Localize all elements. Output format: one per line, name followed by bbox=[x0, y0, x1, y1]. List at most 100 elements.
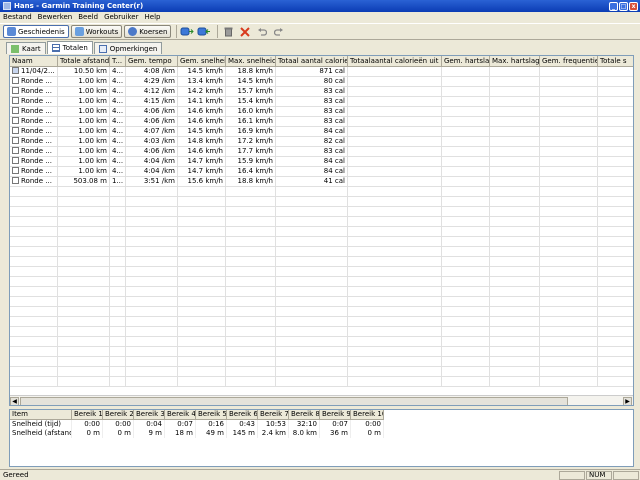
column-header[interactable]: Naam bbox=[10, 56, 58, 67]
table-cell[interactable]: 83 cal bbox=[276, 117, 348, 127]
table-cell[interactable]: 15.6 km/h bbox=[178, 177, 226, 187]
table-cell[interactable] bbox=[540, 127, 598, 137]
table-cell[interactable] bbox=[490, 177, 540, 187]
table-cell[interactable]: 14.6 km/h bbox=[178, 147, 226, 157]
workouts-button[interactable]: Workouts bbox=[70, 25, 123, 38]
tab-notes[interactable]: Opmerkingen bbox=[93, 42, 163, 54]
table-cell[interactable]: 1.00 km bbox=[58, 87, 110, 97]
table-cell[interactable] bbox=[348, 137, 442, 147]
table-cell[interactable] bbox=[490, 157, 540, 167]
table-cell[interactable] bbox=[348, 167, 442, 177]
table-cell[interactable]: 4:12 /km bbox=[126, 87, 178, 97]
table-cell[interactable] bbox=[348, 127, 442, 137]
table-cell[interactable]: 4:04 /km bbox=[126, 157, 178, 167]
table-cell[interactable] bbox=[490, 87, 540, 97]
table-cell[interactable]: 1.00 km bbox=[58, 137, 110, 147]
table-cell[interactable]: 4... bbox=[110, 137, 126, 147]
table-cell[interactable] bbox=[490, 97, 540, 107]
table-cell[interactable]: 1.00 km bbox=[58, 107, 110, 117]
table-cell[interactable]: Ronde ... bbox=[10, 157, 58, 167]
table-cell[interactable]: Ronde ... bbox=[10, 97, 58, 107]
undo-icon[interactable] bbox=[255, 25, 269, 38]
table-cell[interactable] bbox=[598, 177, 633, 187]
table-cell[interactable]: 83 cal bbox=[276, 107, 348, 117]
table-cell[interactable] bbox=[442, 97, 490, 107]
table-cell[interactable]: 14.2 km/h bbox=[178, 87, 226, 97]
table-cell[interactable]: 4:06 /km bbox=[126, 117, 178, 127]
table-cell[interactable]: 4:03 /km bbox=[126, 137, 178, 147]
zones-column-header[interactable]: Bereik 1 bbox=[72, 410, 103, 420]
table-cell[interactable]: 83 cal bbox=[276, 87, 348, 97]
column-header[interactable]: Max. hartslag bbox=[490, 56, 540, 67]
table-cell[interactable] bbox=[348, 177, 442, 187]
column-header[interactable]: T... bbox=[110, 56, 126, 67]
table-cell[interactable]: 11/04/2... bbox=[10, 67, 58, 77]
table-cell[interactable] bbox=[490, 127, 540, 137]
table-cell[interactable]: 1.00 km bbox=[58, 157, 110, 167]
receive-device-icon[interactable] bbox=[180, 25, 195, 38]
minimize-button[interactable]: _ bbox=[609, 1, 618, 11]
table-cell[interactable] bbox=[442, 107, 490, 117]
table-cell[interactable]: 18.8 km/h bbox=[226, 177, 276, 187]
table-cell[interactable]: 84 cal bbox=[276, 167, 348, 177]
table-cell[interactable]: 1.00 km bbox=[58, 97, 110, 107]
table-cell[interactable] bbox=[540, 107, 598, 117]
table-cell[interactable] bbox=[598, 137, 633, 147]
table-cell[interactable] bbox=[442, 127, 490, 137]
table-cell[interactable]: 4... bbox=[110, 87, 126, 97]
table-cell[interactable] bbox=[490, 107, 540, 117]
horizontal-scrollbar[interactable]: ◀ ▶ bbox=[10, 395, 633, 405]
table-cell[interactable]: Ronde ... bbox=[10, 87, 58, 97]
table-cell[interactable]: 4:07 /km bbox=[126, 127, 178, 137]
table-cell[interactable] bbox=[348, 97, 442, 107]
column-header[interactable]: Gem. frequentie bbox=[540, 56, 598, 67]
table-cell[interactable] bbox=[348, 117, 442, 127]
redo-icon[interactable] bbox=[272, 25, 286, 38]
table-cell[interactable]: 871 cal bbox=[276, 67, 348, 77]
table-cell[interactable]: 15.4 km/h bbox=[226, 97, 276, 107]
zones-column-header[interactable]: Bereik 9 bbox=[320, 410, 351, 420]
column-header[interactable]: Totaalaantal calorieën uit vetten bbox=[348, 56, 442, 67]
table-cell[interactable]: Ronde ... bbox=[10, 147, 58, 157]
table-cell[interactable]: 15.9 km/h bbox=[226, 157, 276, 167]
table-cell[interactable]: Ronde ... bbox=[10, 167, 58, 177]
table-cell[interactable] bbox=[598, 67, 633, 77]
table-cell[interactable] bbox=[540, 157, 598, 167]
table-cell[interactable]: Ronde ... bbox=[10, 77, 58, 87]
table-cell[interactable] bbox=[348, 87, 442, 97]
table-cell[interactable] bbox=[540, 97, 598, 107]
table-cell[interactable]: 17.7 km/h bbox=[226, 147, 276, 157]
table-cell[interactable]: 4... bbox=[110, 77, 126, 87]
menu-gebruiker[interactable]: Gebruiker bbox=[104, 13, 138, 21]
history-button[interactable]: Geschiedenis bbox=[3, 25, 69, 38]
table-cell[interactable] bbox=[348, 157, 442, 167]
table-cell[interactable]: 4:06 /km bbox=[126, 107, 178, 117]
table-cell[interactable] bbox=[442, 177, 490, 187]
table-cell[interactable] bbox=[442, 157, 490, 167]
table-cell[interactable]: 4:06 /km bbox=[126, 147, 178, 157]
table-cell[interactable]: 15.7 km/h bbox=[226, 87, 276, 97]
table-cell[interactable]: Ronde ... bbox=[10, 137, 58, 147]
tab-totals[interactable]: Totalen bbox=[46, 41, 93, 54]
table-cell[interactable] bbox=[598, 97, 633, 107]
table-cell[interactable] bbox=[442, 117, 490, 127]
table-cell[interactable] bbox=[598, 87, 633, 97]
zones-column-header[interactable]: Bereik 10 bbox=[351, 410, 384, 420]
table-cell[interactable]: 1.00 km bbox=[58, 147, 110, 157]
table-cell[interactable] bbox=[598, 77, 633, 87]
table-cell[interactable] bbox=[348, 67, 442, 77]
table-cell[interactable] bbox=[540, 167, 598, 177]
table-cell[interactable]: 4:29 /km bbox=[126, 77, 178, 87]
table-cell[interactable]: 16.4 km/h bbox=[226, 167, 276, 177]
tab-map[interactable]: Kaart bbox=[6, 42, 46, 54]
trash-icon[interactable] bbox=[221, 25, 235, 38]
table-cell[interactable]: 4... bbox=[110, 117, 126, 127]
table-cell[interactable] bbox=[490, 147, 540, 157]
table-cell[interactable] bbox=[598, 107, 633, 117]
table-cell[interactable] bbox=[490, 117, 540, 127]
table-cell[interactable] bbox=[598, 147, 633, 157]
table-cell[interactable] bbox=[598, 157, 633, 167]
table-cell[interactable]: 83 cal bbox=[276, 147, 348, 157]
close-button[interactable]: x bbox=[629, 1, 638, 11]
table-cell[interactable]: 83 cal bbox=[276, 97, 348, 107]
